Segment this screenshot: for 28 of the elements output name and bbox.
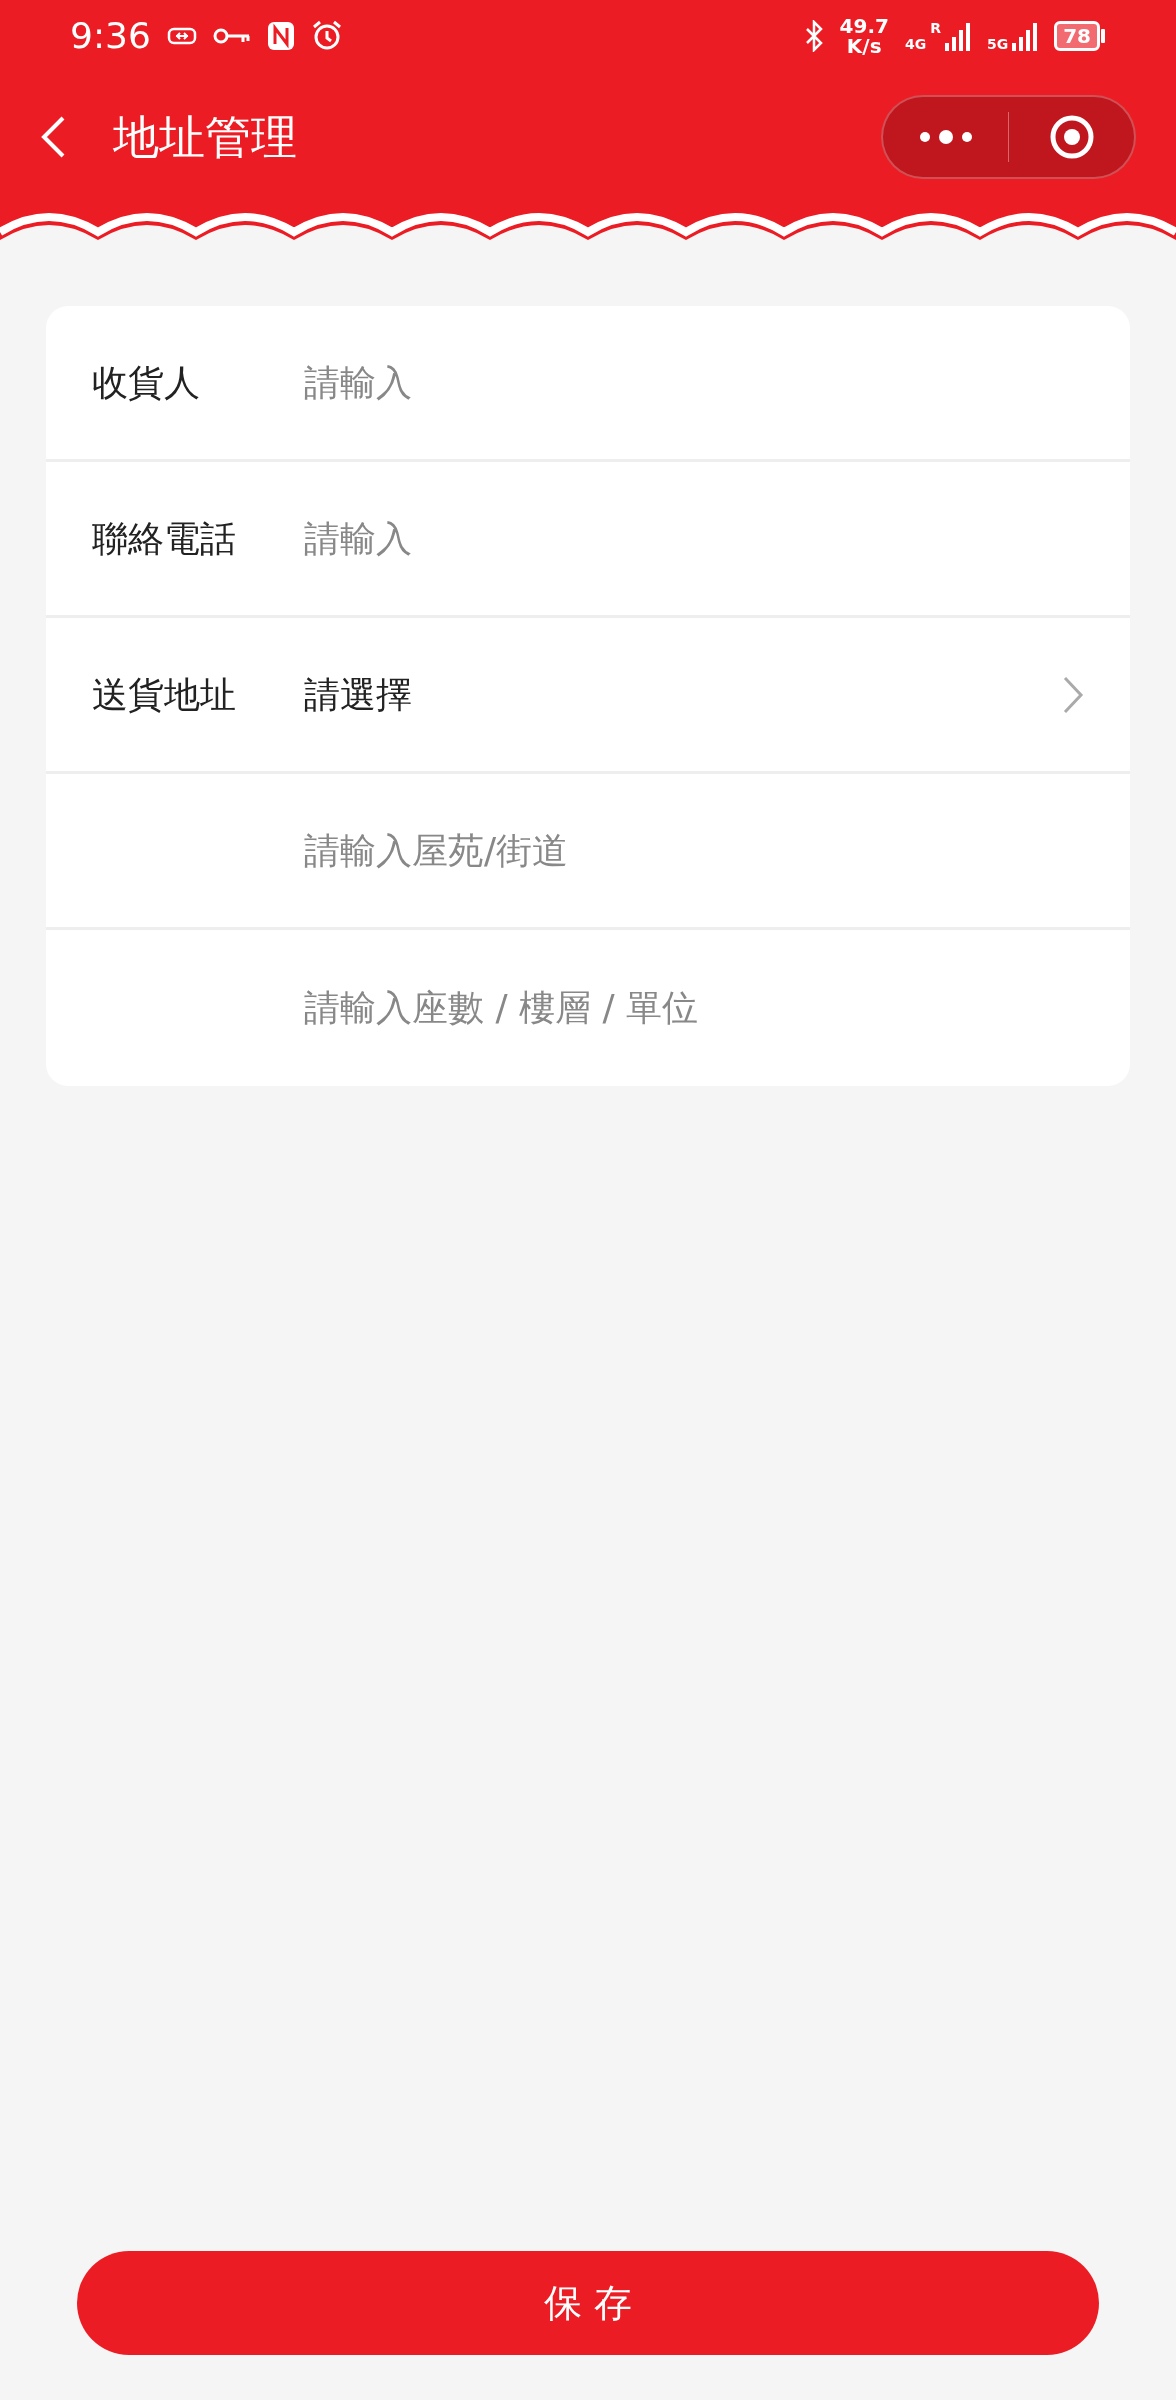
speed-unit: K/s bbox=[845, 36, 883, 56]
field-label: 送貨地址 bbox=[92, 673, 236, 715]
more-icon bbox=[918, 129, 973, 145]
cast-icon bbox=[166, 26, 197, 46]
input-field[interactable]: 請輸入座數 / 樓層 / 單位 bbox=[304, 981, 1084, 1035]
key-icon bbox=[212, 26, 251, 46]
battery-tip-icon bbox=[1100, 29, 1106, 43]
battery-level: 78 bbox=[1054, 21, 1100, 51]
field-label: 聯絡電話 bbox=[92, 517, 236, 559]
input-field[interactable]: 請輸入 bbox=[304, 511, 1084, 566]
page-title: 地址管理 bbox=[113, 108, 297, 166]
input-field[interactable]: 請輸入屋苑/街道 bbox=[304, 823, 1084, 878]
signal-icon bbox=[944, 21, 971, 51]
chevron-right-icon bbox=[1062, 674, 1084, 715]
network-type: 5G bbox=[986, 37, 1009, 51]
status-time: 9:36 bbox=[70, 14, 151, 58]
bluetooth-icon bbox=[803, 20, 824, 52]
nfc-icon bbox=[266, 21, 295, 51]
network-speed: 49.7 bbox=[839, 16, 889, 36]
network-type: 4G bbox=[904, 37, 927, 51]
field-label: 收貨人 bbox=[92, 361, 200, 403]
address-picker[interactable]: 請選擇 bbox=[304, 667, 1084, 722]
alarm-icon bbox=[310, 20, 343, 52]
signal-icon bbox=[1012, 21, 1039, 51]
save-button[interactable]: 保 存 bbox=[77, 2251, 1099, 2355]
roaming-label: R bbox=[930, 21, 941, 35]
input-field[interactable]: 請輸入 bbox=[304, 355, 1084, 410]
target-icon bbox=[1048, 114, 1095, 160]
